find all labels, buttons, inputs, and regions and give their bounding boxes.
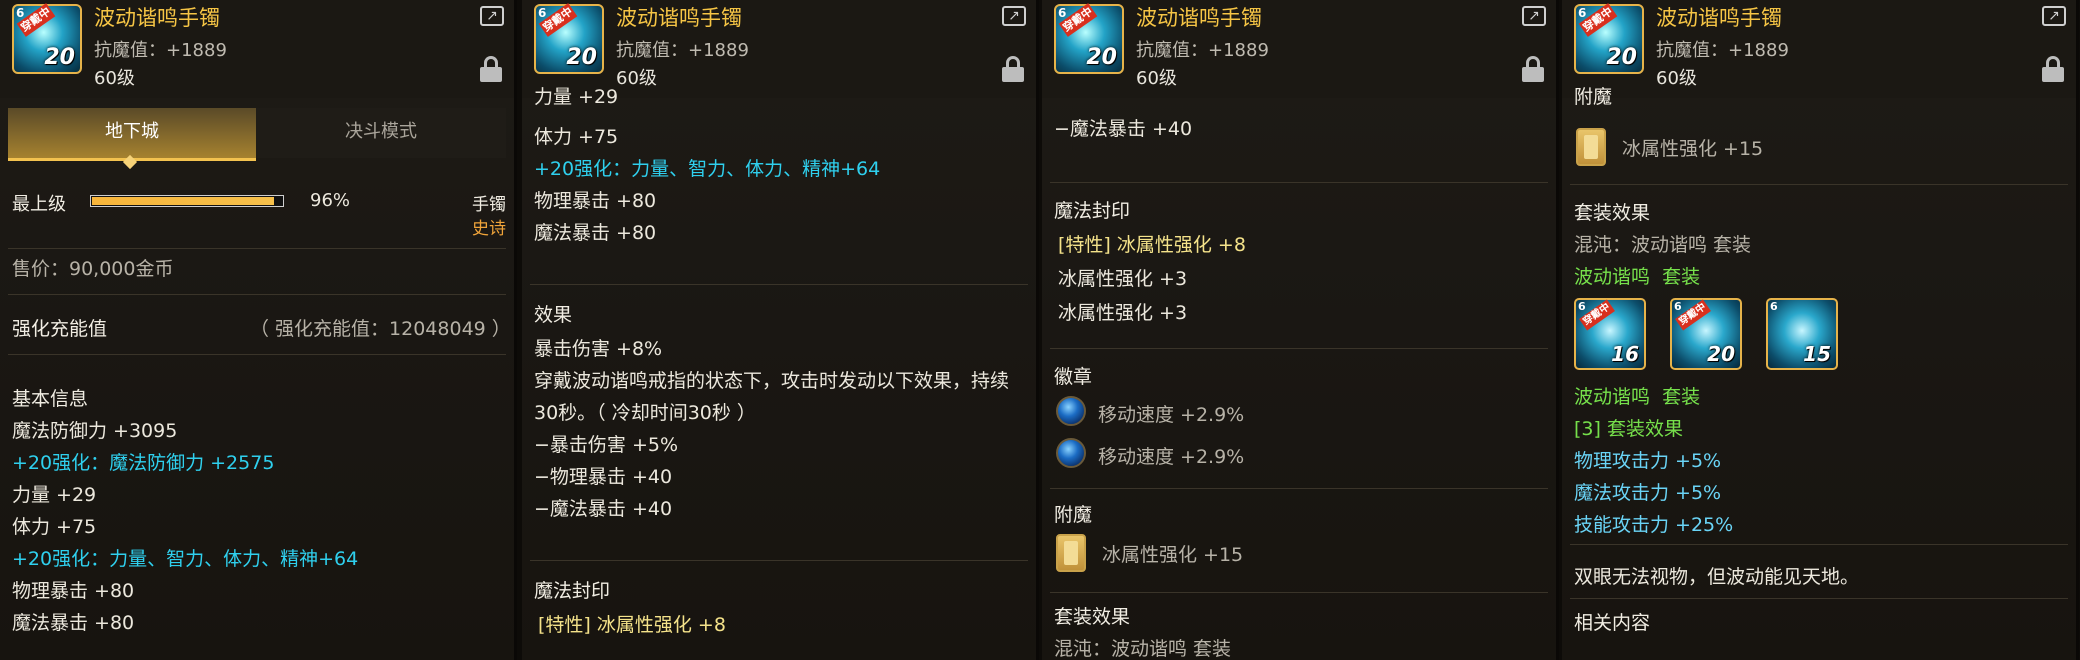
tooltip-panel-1: 6 穿戴中 20 波动谐鸣手镯 抗魔值：+1889 60级 ↗ 地下城 决斗模式… bbox=[0, 0, 517, 660]
tooltip-panel-3: 6 穿戴中 20 波动谐鸣手镯 抗魔值：+1889 60级 ↗ −魔法暴击 +4… bbox=[1042, 0, 1559, 660]
seal-stat-2: 冰属性强化 +3 bbox=[1058, 302, 1188, 324]
tooltip-panel-2: 6 穿戴中 20 波动谐鸣手镯 抗魔值：+1889 60级 ↗ 力量 +29 体… bbox=[522, 0, 1039, 660]
set-item-icon-1[interactable]: 6 穿戴中 16 bbox=[1574, 298, 1646, 370]
seal-title: 魔法封印 bbox=[534, 580, 611, 602]
sell-price: 售价：90,000金币 bbox=[12, 258, 174, 280]
share-icon[interactable]: ↗ bbox=[480, 6, 504, 26]
item-name: 波动谐鸣手镯 bbox=[1136, 6, 1262, 30]
related-title: 相关内容 bbox=[1574, 612, 1651, 634]
emblem-gem-icon bbox=[1056, 396, 1086, 426]
seal-special: [特性] 冰属性强化 +8 bbox=[1058, 234, 1246, 256]
bonus-magic-crit: −魔法暴击 +40 bbox=[1054, 118, 1193, 140]
share-icon[interactable]: ↗ bbox=[1522, 6, 1546, 26]
bonus-phys-crit: −物理暴击 +40 bbox=[534, 466, 673, 488]
phys-crit: 物理暴击 +80 bbox=[534, 190, 657, 212]
enchant-value: 冰属性强化 +15 bbox=[1102, 544, 1244, 566]
set-title: 套装效果 bbox=[1574, 202, 1651, 224]
phys-crit: 物理暴击 +80 bbox=[12, 580, 135, 602]
mode-tabs: 地下城 决斗模式 bbox=[8, 108, 506, 161]
set-name-2: 波动谐鸣 套装 bbox=[1574, 386, 1701, 408]
charge-label: 强化充能值 bbox=[12, 318, 108, 340]
tab-dungeon[interactable]: 地下城 bbox=[8, 108, 256, 161]
magic-crit: 魔法暴击 +80 bbox=[534, 222, 657, 244]
effect-desc-2: 30秒。（ 冷却时间30秒 ） bbox=[534, 402, 756, 424]
item-name: 波动谐鸣手镯 bbox=[94, 6, 220, 30]
bonus-crit-damage: −暴击伤害 +5% bbox=[534, 434, 679, 456]
item-level: 60级 bbox=[94, 68, 135, 89]
emblem-stat-2: 移动速度 +2.9% bbox=[1098, 446, 1245, 468]
lock-icon[interactable] bbox=[1002, 56, 1024, 82]
crit-damage: 暴击伤害 +8% bbox=[534, 338, 663, 360]
enchant-card-icon bbox=[1056, 534, 1086, 572]
stat-str: 力量 +29 bbox=[12, 484, 97, 506]
item-rarity: 史诗 bbox=[472, 219, 506, 239]
set-title: 套装效果 bbox=[1054, 606, 1131, 628]
set-item-icon-2[interactable]: 6 穿戴中 20 bbox=[1670, 298, 1742, 370]
reinforce-all: +20强化：力量、智力、体力、精神+64 bbox=[12, 548, 359, 570]
item-name: 波动谐鸣手镯 bbox=[616, 6, 742, 30]
seal-title: 魔法封印 bbox=[1054, 200, 1131, 222]
set-bonus-title: [3] 套装效果 bbox=[1574, 418, 1683, 440]
bracelet-item-icon: 6 穿戴中 20 bbox=[1574, 3, 1644, 74]
set-chaos: 混沌：波动谐鸣 套装 bbox=[1574, 234, 1752, 256]
item-name: 波动谐鸣手镯 bbox=[1656, 6, 1782, 30]
bonus-magic-crit: −魔法暴击 +40 bbox=[534, 498, 673, 520]
magic-resist: 抗魔值：+1889 bbox=[616, 40, 749, 61]
stat-vit: 体力 +75 bbox=[534, 126, 619, 148]
magic-resist: 抗魔值：+1889 bbox=[1656, 40, 1789, 61]
item-level: 60级 bbox=[1136, 68, 1177, 89]
bracelet-item-icon: 6 穿戴中 20 bbox=[12, 3, 82, 74]
lock-icon[interactable] bbox=[1522, 56, 1544, 82]
item-level: 60级 bbox=[1656, 68, 1697, 89]
share-icon[interactable]: ↗ bbox=[2042, 6, 2066, 26]
item-level: 60级 bbox=[616, 68, 657, 89]
reinforce-all: +20强化：力量、智力、体力、精神+64 bbox=[534, 158, 881, 180]
seal-special: [特性] 冰属性强化 +8 bbox=[538, 614, 726, 636]
effect-title: 效果 bbox=[534, 304, 573, 326]
set-chaos-partial: 混沌：波动谐鸣 套装 bbox=[1054, 638, 1232, 660]
enchant-card-icon bbox=[1576, 128, 1606, 166]
bracelet-item-icon: 6 穿戴中 20 bbox=[1054, 3, 1124, 74]
lock-icon[interactable] bbox=[2042, 56, 2064, 82]
enchant-value: 冰属性强化 +15 bbox=[1622, 138, 1764, 160]
set-bonus-1: 物理攻击力 +5% bbox=[1574, 450, 1722, 472]
basic-info-title: 基本信息 bbox=[12, 388, 89, 410]
tab-duel[interactable]: 决斗模式 bbox=[256, 108, 506, 158]
set-bonus-3: 技能攻击力 +25% bbox=[1574, 514, 1734, 536]
stat-str-partial: 力量 +29 bbox=[534, 86, 619, 108]
item-header: 6 穿戴中 20 波动谐鸣手镯 抗魔值：+1889 60级 ↗ bbox=[1042, 0, 1556, 98]
flavor-text: 双眼无法视物，但波动能见天地。 bbox=[1574, 566, 1860, 588]
grade-percent: 96% bbox=[310, 190, 351, 211]
item-header: 6 穿戴中 20 波动谐鸣手镯 抗魔值：+1889 60级 ↗ bbox=[1562, 0, 2076, 98]
bracelet-item-icon: 6 穿戴中 20 bbox=[534, 3, 604, 74]
magic-resist: 抗魔值：+1889 bbox=[1136, 40, 1269, 61]
set-item-icon-3[interactable]: 6 15 bbox=[1766, 298, 1838, 370]
emblem-stat-1: 移动速度 +2.9% bbox=[1098, 404, 1245, 426]
magic-crit: 魔法暴击 +80 bbox=[12, 612, 135, 634]
reinforce-def: +20强化：魔法防御力 +2575 bbox=[12, 452, 275, 474]
emblem-gem-icon bbox=[1056, 438, 1086, 468]
grade-bar bbox=[90, 195, 284, 207]
set-bonus-2: 魔法攻击力 +5% bbox=[1574, 482, 1722, 504]
magic-def: 魔法防御力 +3095 bbox=[12, 420, 178, 442]
charge-value: （ 强化充能值：12048049 ） bbox=[250, 318, 511, 340]
share-icon[interactable]: ↗ bbox=[1002, 6, 1026, 26]
emblem-title: 徽章 bbox=[1054, 366, 1093, 388]
lock-icon[interactable] bbox=[480, 56, 502, 82]
effect-desc-1: 穿戴波动谐鸣戒指的状态下，攻击时发动以下效果，持续 bbox=[534, 370, 1010, 392]
reinforce-level: 20 bbox=[44, 45, 75, 70]
set-name: 波动谐鸣 套装 bbox=[1574, 266, 1701, 288]
stat-vit: 体力 +75 bbox=[12, 516, 97, 538]
seal-stat-1: 冰属性强化 +3 bbox=[1058, 268, 1188, 290]
item-type: 手镯 bbox=[472, 195, 506, 215]
enchant-title: 附魔 bbox=[1054, 504, 1093, 526]
grade-label: 最上级 bbox=[12, 194, 66, 215]
magic-resist: 抗魔值：+1889 bbox=[94, 40, 227, 61]
enchant-title-partial: 附魔 bbox=[1574, 86, 1613, 108]
tooltip-panel-4: 6 穿戴中 20 波动谐鸣手镯 抗魔值：+1889 60级 ↗ 附魔 冰属性强化… bbox=[1562, 0, 2079, 660]
item-header: 6 穿戴中 20 波动谐鸣手镯 抗魔值：+1889 60级 ↗ bbox=[0, 0, 514, 98]
